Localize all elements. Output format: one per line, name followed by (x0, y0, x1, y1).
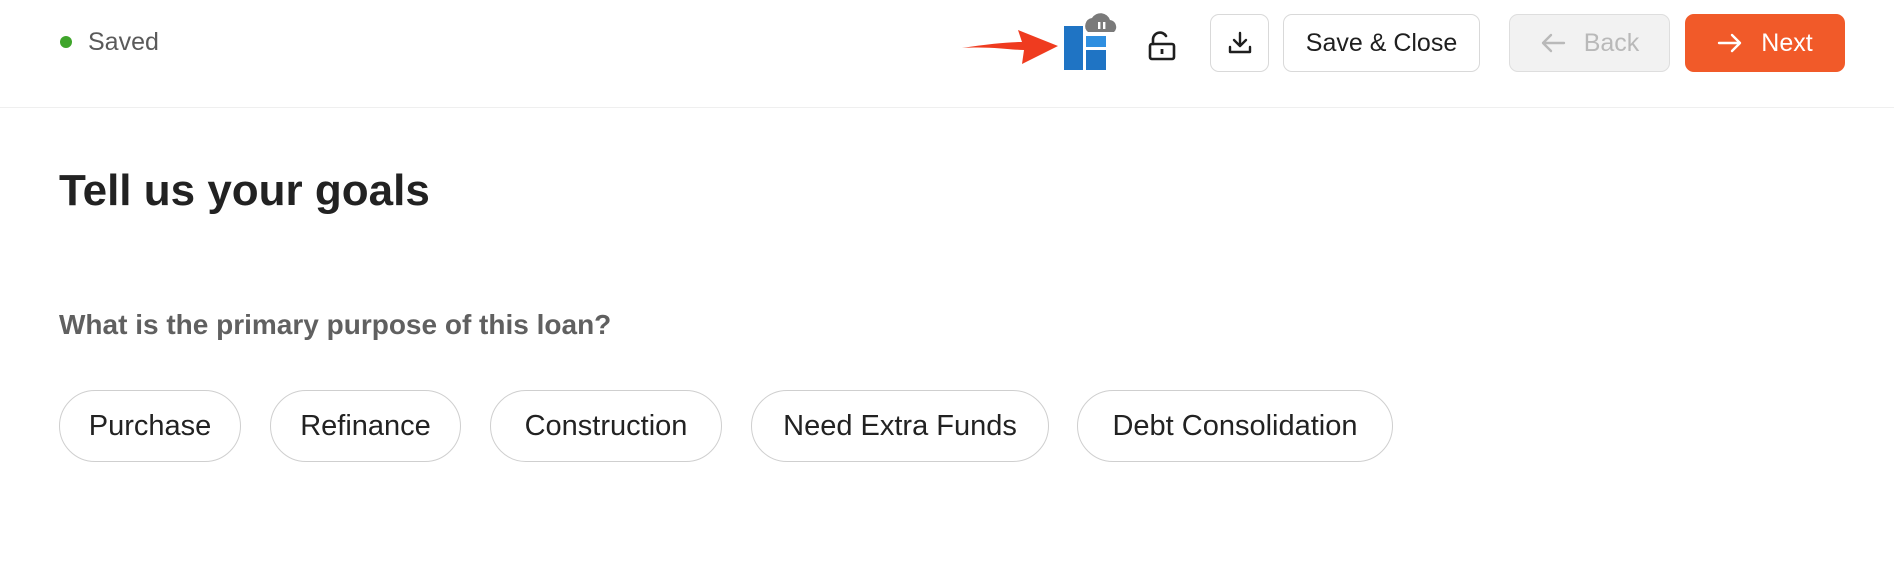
download-button[interactable] (1210, 14, 1269, 72)
option-need-extra-funds[interactable]: Need Extra Funds (751, 390, 1049, 462)
next-label: Next (1761, 28, 1813, 57)
unlock-button[interactable] (1136, 20, 1188, 72)
page-title: Tell us your goals (59, 166, 430, 215)
option-refinance[interactable]: Refinance (270, 390, 461, 462)
save-close-label: Save & Close (1305, 28, 1458, 57)
download-icon (1228, 31, 1251, 54)
red-arrow-pointer-icon (962, 30, 1058, 64)
app-logo-icon[interactable] (1062, 10, 1120, 72)
back-label: Back (1583, 28, 1640, 57)
option-purchase[interactable]: Purchase (59, 390, 241, 462)
unlock-icon (1148, 31, 1176, 61)
loan-purpose-question: What is the primary purpose of this loan… (59, 309, 612, 340)
option-debt-consolidation[interactable]: Debt Consolidation (1077, 390, 1393, 462)
status-label: Saved (88, 27, 159, 56)
arrow-left-icon (1541, 33, 1565, 53)
top-bar: Saved Save & Close Back Next (0, 0, 1894, 108)
back-button[interactable]: Back (1509, 14, 1670, 72)
save-close-button[interactable]: Save & Close (1283, 14, 1480, 72)
option-construction[interactable]: Construction (490, 390, 722, 462)
arrow-right-icon (1718, 33, 1742, 53)
status-dot-icon (60, 36, 72, 48)
save-status: Saved (60, 28, 159, 56)
next-button[interactable]: Next (1685, 14, 1845, 72)
